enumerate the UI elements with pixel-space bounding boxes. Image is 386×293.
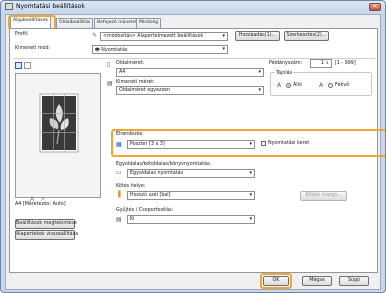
profile-value: <módosítás> Alapértelmezett beállítások	[103, 34, 204, 39]
binding-margin-button[interactable]: Kötési margó...	[300, 191, 347, 201]
landscape-radio[interactable]	[328, 83, 333, 88]
chevron-down-icon: ▾	[258, 87, 261, 93]
preview-mode-icon[interactable]	[15, 62, 22, 69]
dialog-body: Alapbeállítások Oldalbeállítás Befejező …	[5, 14, 385, 290]
layout-select[interactable]: Poszter [3 x 3] ▾	[127, 140, 255, 149]
output-method-label: Kimeneti mód:	[15, 46, 51, 51]
ok-button[interactable]: OK	[263, 276, 289, 286]
tab-finishing[interactable]: Befejező művelet	[94, 18, 141, 28]
layout-value: Poszter [3 x 3]	[130, 142, 165, 147]
copies-value: 1	[320, 61, 324, 66]
portrait-label: Álló	[293, 83, 302, 88]
settings-view-icon[interactable]	[24, 62, 31, 69]
cancel-button[interactable]: Mégse	[302, 276, 332, 286]
profile-label: Profil:	[15, 32, 29, 37]
help-button[interactable]: Súgó	[339, 276, 369, 286]
close-button[interactable]: ✕	[369, 3, 381, 11]
binding-label: Kötés helye:	[116, 184, 146, 189]
chevron-down-icon: ▾	[249, 170, 252, 176]
chevron-down-icon: ▾	[249, 141, 252, 147]
preview-caption: A4 [Méretezés: Auto]	[15, 202, 66, 207]
landscape-label: Fekvő	[335, 83, 349, 88]
page-size-select[interactable]: A4 ▾	[116, 68, 264, 77]
chevron-down-icon: ▾	[222, 46, 225, 52]
edit-profile-button[interactable]: Szerkesztés(2)...	[284, 31, 329, 41]
binding-select[interactable]: Hosszú szél [bal] ▾	[127, 191, 255, 200]
copies-range: [1 - 999]	[335, 61, 356, 66]
output-method-select[interactable]: 🖶 Nyomtatás ▾	[92, 45, 228, 54]
binding-value: Hosszú szél [bal]	[130, 193, 171, 198]
page-border-checkbox[interactable]	[261, 141, 266, 146]
output-size-value: Oldalméret egyezzen	[119, 88, 171, 93]
duplex-value: Egyoldalas nyomtatás	[130, 171, 184, 176]
basic-settings-panel: Profil: ✎ <módosítás> Alapértelmezett be…	[9, 28, 385, 273]
print-settings-window: Nyomtatási beállítások ✕ Alapbeállítások…	[0, 0, 386, 293]
collate-value: Ki	[130, 217, 135, 222]
poster-preview-graphic	[39, 93, 79, 153]
duplex-select[interactable]: Egyoldalas nyomtatás ▾	[127, 169, 255, 178]
orientation-label: Tájolás	[275, 71, 294, 76]
chevron-down-icon: ▾	[258, 69, 261, 75]
poster-layout-icon: ▦	[116, 141, 122, 148]
printer-app-icon	[5, 3, 13, 10]
duplex-label: Egyoldalas/kétoldalas/könyvnyomtatás:	[116, 162, 212, 167]
preview-area	[15, 73, 101, 198]
tab-page-setup[interactable]: Oldalbeállítás	[56, 18, 94, 28]
page-size-label: Oldalméret:	[116, 61, 145, 66]
chevron-down-icon: ▾	[222, 33, 225, 39]
page-size-value: A4	[119, 70, 126, 75]
collate-select[interactable]: Ki ▾	[127, 215, 255, 224]
landscape-icon: A	[319, 82, 324, 89]
portrait-icon: A	[277, 82, 282, 89]
output-method-value: Nyomtatás	[101, 48, 128, 53]
add-profile-button[interactable]: Hozzáadás(1)...	[235, 31, 280, 41]
printer-icon: 🖶	[95, 47, 100, 53]
output-size-select[interactable]: Oldalméret egyezzen ▾	[116, 86, 264, 95]
collate-icon: ▤	[116, 216, 122, 223]
pencil-icon: ✎	[92, 32, 98, 39]
copies-label: Példányszám:	[269, 61, 303, 66]
duplex-icon: ▭	[116, 169, 122, 176]
chevron-down-icon: ▾	[249, 192, 252, 198]
layout-label: Elrendezés:	[116, 132, 144, 137]
view-settings-button[interactable]: Beállítások megtekintése	[15, 219, 77, 229]
page-border-label: Nyomtatási keret	[268, 141, 310, 146]
copies-input[interactable]: 1 ⇕	[310, 59, 332, 68]
tab-quality[interactable]: Minőség	[136, 18, 162, 28]
portrait-radio[interactable]	[286, 83, 291, 88]
chevron-down-icon: ▾	[249, 216, 252, 222]
profile-select[interactable]: <módosítás> Alapértelmezett beállítások …	[100, 32, 228, 41]
spinner-icon[interactable]: ⇕	[326, 60, 329, 65]
binding-icon: ▐	[116, 191, 121, 198]
orientation-group: Tájolás A Álló A Fekvő	[270, 71, 372, 96]
page-size-icon: ▯	[107, 61, 111, 68]
collate-label: Gyűjtés / Csoportosítás:	[116, 208, 174, 213]
restore-defaults-button[interactable]: Alapértékek visszaállítása	[15, 230, 78, 240]
window-title: Nyomtatási beállítások	[16, 3, 85, 10]
output-size-icon: ▤	[107, 80, 113, 87]
title-bar: Nyomtatási beállítások ✕	[1, 1, 385, 13]
output-size-label: Kimeneti méret:	[116, 80, 155, 85]
